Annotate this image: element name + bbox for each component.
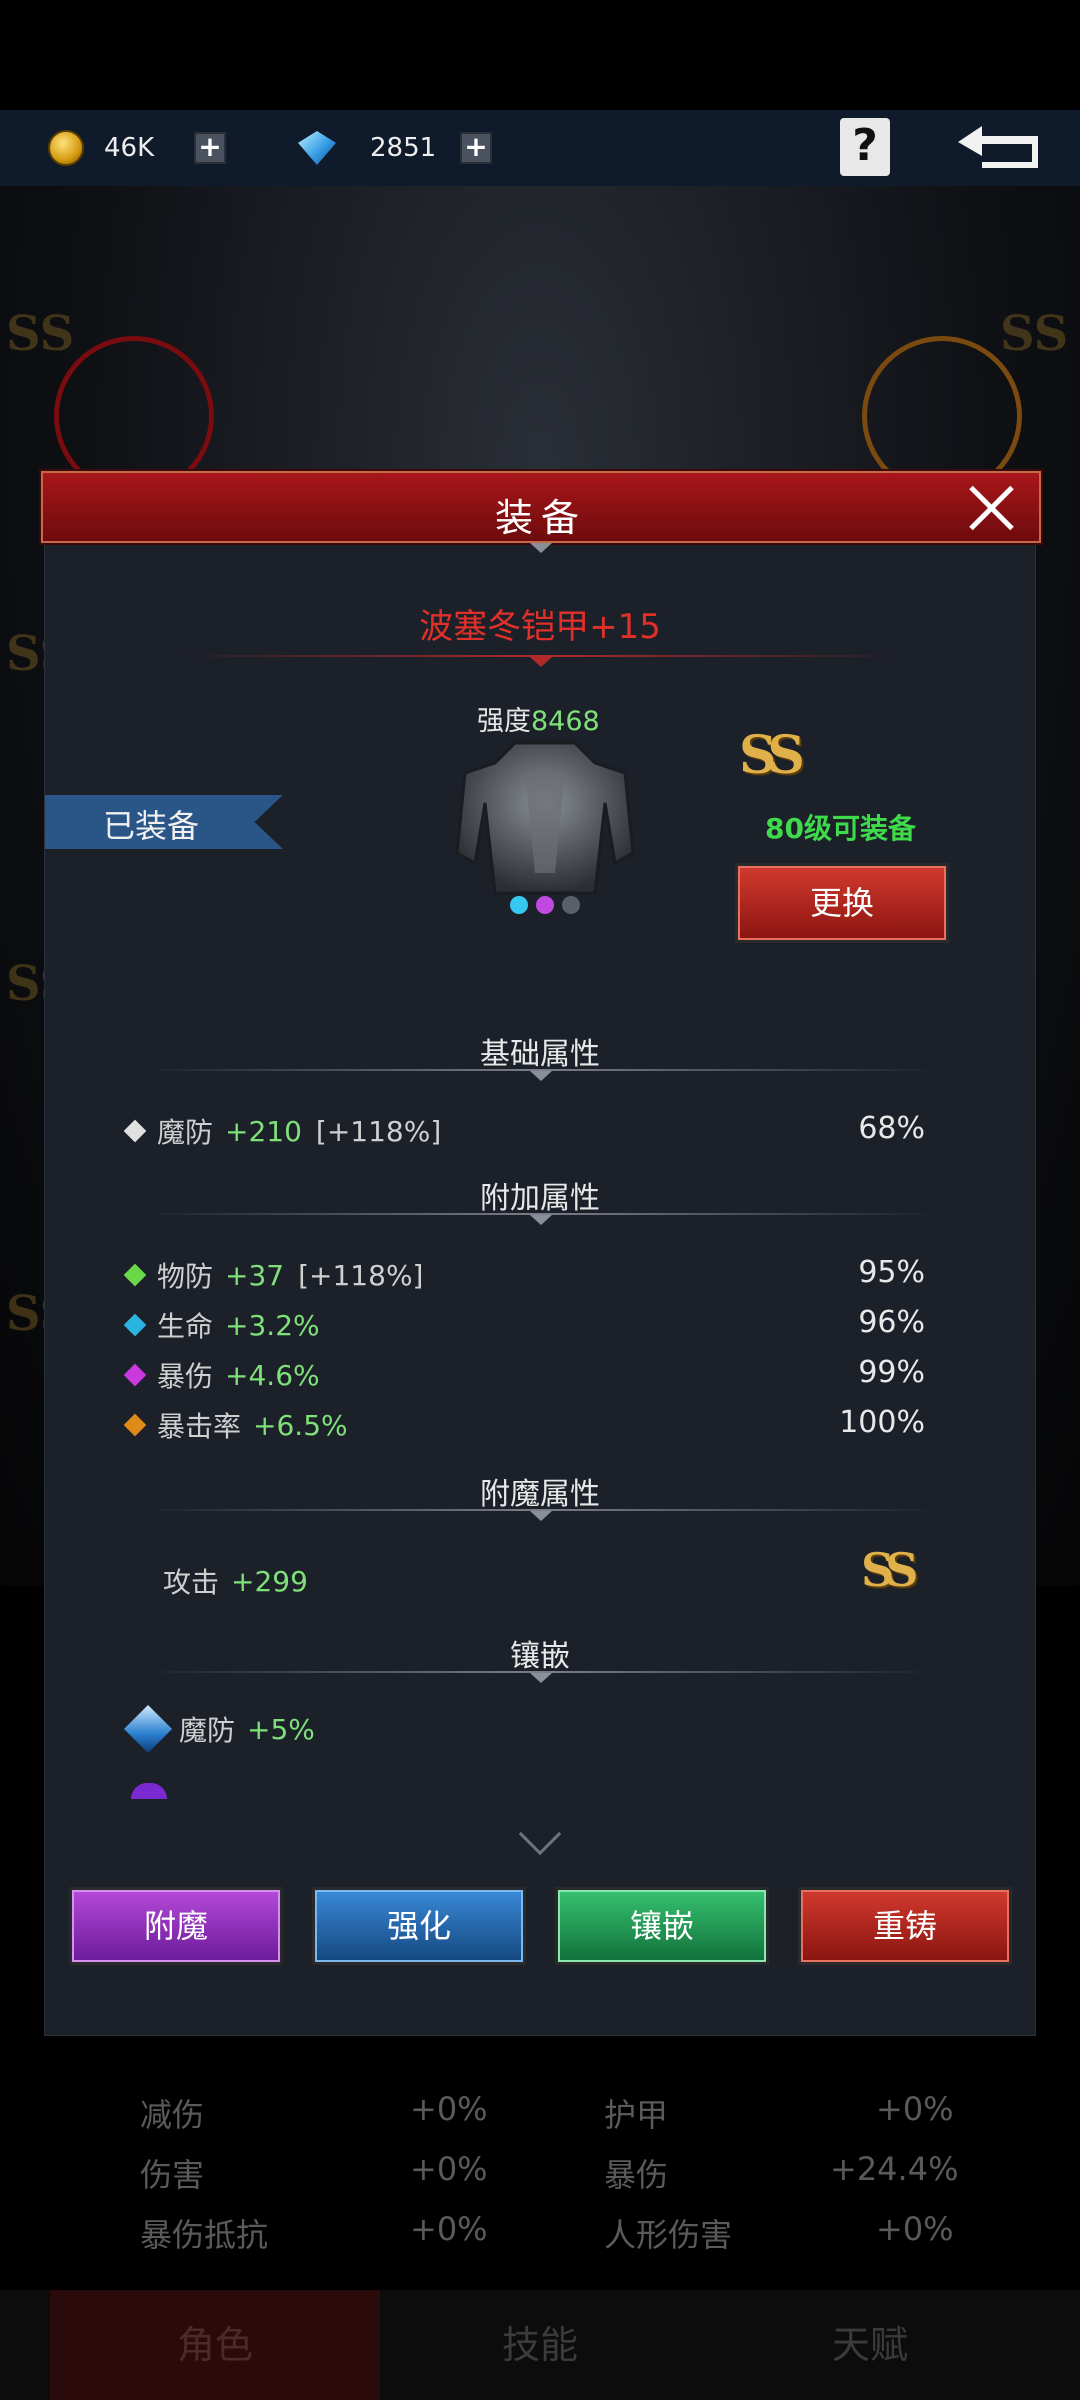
upgrade-button[interactable]: 强化: [312, 1887, 526, 1965]
attr-value: +4.6%: [225, 1358, 320, 1392]
attr-name: 生命: [157, 1310, 214, 1343]
divider-ornament: [530, 1511, 552, 1521]
slot-grade-badge: SS: [6, 306, 75, 362]
base-attr-row: 魔防 +210 [+118%]: [123, 1111, 442, 1151]
armor-item-icon[interactable]: [455, 733, 635, 919]
swap-button[interactable]: 更换: [735, 863, 949, 943]
attr-value: +3.2%: [225, 1308, 320, 1342]
gold-resource: 46K +: [48, 124, 226, 172]
stat-label: 护甲: [604, 2096, 669, 2134]
scroll-down-chevron-icon[interactable]: [518, 1812, 562, 1856]
dialog-header: 装备: [41, 471, 1041, 543]
dialog-title: 装备: [494, 496, 587, 540]
grade-badge: SS: [739, 725, 805, 786]
equipped-label: 已装备: [103, 807, 200, 845]
stat-label: 伤害: [140, 2156, 205, 2194]
attr-name: 魔防: [157, 1116, 214, 1149]
attr-quality: 100%: [839, 1405, 925, 1440]
back-arrow-icon[interactable]: [952, 120, 1046, 176]
attr-name: 攻击: [163, 1566, 220, 1599]
attr-name: 物防: [157, 1260, 214, 1293]
gold-value: 46K: [104, 133, 155, 163]
tab-talent[interactable]: 天赋: [705, 2290, 1035, 2400]
section-title-inlay: 镶嵌: [510, 1639, 570, 1674]
section-title-enchant: 附魔属性: [480, 1477, 600, 1512]
attr-name: 魔防: [179, 1714, 236, 1747]
attr-value: +37: [225, 1258, 285, 1292]
divider-ornament: [530, 1215, 552, 1225]
recast-button[interactable]: 重铸: [798, 1887, 1012, 1965]
attr-quality: 96%: [858, 1305, 925, 1340]
extra-attr-row: 生命 +3.2%: [123, 1305, 320, 1345]
tab-skills[interactable]: 技能: [375, 2290, 705, 2400]
close-icon[interactable]: [967, 483, 1017, 533]
help-book-icon[interactable]: ?: [840, 118, 890, 176]
diamond-value: 2851: [370, 133, 437, 163]
attr-quality: 68%: [858, 1111, 925, 1146]
attr-bonus: [+118%]: [298, 1258, 424, 1292]
background-stats-list: 减伤 +0% 护甲 +0% 伤害 +0% 暴伤 +24.4% 暴伤抵抗 +0% …: [0, 2030, 1080, 2310]
divider-ornament: [530, 1071, 552, 1081]
stat-label: 减伤: [140, 2096, 205, 2134]
top-resource-bar: 46K + 2851 + ?: [0, 110, 1080, 186]
enchant-attr-row: 攻击 +299: [163, 1561, 308, 1601]
header-ornament: [530, 543, 552, 553]
extra-attr-row: 物防 +37 [+118%]: [123, 1255, 424, 1295]
item-name: 波塞冬铠甲+15: [419, 607, 661, 647]
inlay-attr-row: 魔防 +5%: [123, 1704, 315, 1754]
diamond-icon: [298, 131, 336, 165]
equipment-dialog: 装备 波塞冬铠甲+15 强度8468 已装备 SS 80级可装备 更换 基础属性…: [41, 470, 1041, 2036]
stat-value: +24.4%: [830, 2150, 959, 2188]
inlay-button[interactable]: 镶嵌: [555, 1887, 769, 1965]
inlay-gem-icon-partial: [131, 1783, 167, 1799]
attr-diamond-icon: [123, 1119, 147, 1143]
add-diamond-button[interactable]: +: [460, 132, 492, 164]
stat-value: +0%: [876, 2210, 954, 2248]
attr-diamond-icon: [123, 1263, 147, 1287]
attr-name: 暴击率: [157, 1410, 242, 1443]
extra-attr-row: 暴伤 +4.6%: [123, 1355, 320, 1395]
stat-value: +0%: [410, 2210, 488, 2248]
diamond-resource: 2851 +: [298, 124, 492, 172]
bottom-tab-bar: 角色 技能 天赋: [0, 2290, 1080, 2400]
attr-bonus: [+118%]: [315, 1114, 442, 1148]
stat-label: 暴伤: [604, 2156, 669, 2194]
gold-coin-icon: [48, 130, 84, 166]
attr-value: +210: [225, 1114, 302, 1148]
add-gold-button[interactable]: +: [194, 132, 226, 164]
enchant-grade-badge: SS: [861, 1543, 919, 1597]
attr-quality: 99%: [858, 1355, 925, 1390]
stat-value: +0%: [410, 2090, 488, 2128]
extra-attr-row: 暴击率 +6.5%: [123, 1405, 348, 1445]
stat-label: 人形伤害: [604, 2216, 733, 2254]
inlay-gem-icon: [123, 1704, 173, 1754]
slot-grade-badge: SS: [1000, 306, 1069, 362]
section-title-base: 基础属性: [480, 1037, 600, 1072]
tab-character[interactable]: 角色: [50, 2290, 380, 2400]
attr-quality: 95%: [858, 1255, 925, 1290]
stat-label: 暴伤抵抗: [140, 2216, 269, 2254]
enchant-button[interactable]: 附魔: [69, 1887, 283, 1965]
section-title-extra: 附加属性: [480, 1181, 600, 1216]
level-requirement: 80级可装备: [765, 812, 916, 845]
stat-value: +0%: [876, 2090, 954, 2128]
attr-value: +299: [231, 1564, 308, 1598]
divider-ornament: [530, 1673, 552, 1683]
attr-diamond-icon: [123, 1363, 147, 1387]
stat-value: +0%: [410, 2150, 488, 2188]
attr-diamond-icon: [123, 1413, 147, 1437]
attr-value: +6.5%: [253, 1408, 348, 1442]
attr-diamond-icon: [123, 1313, 147, 1337]
divider-ornament: [530, 657, 552, 667]
attr-name: 暴伤: [157, 1360, 214, 1393]
attr-value: +5%: [247, 1712, 315, 1746]
